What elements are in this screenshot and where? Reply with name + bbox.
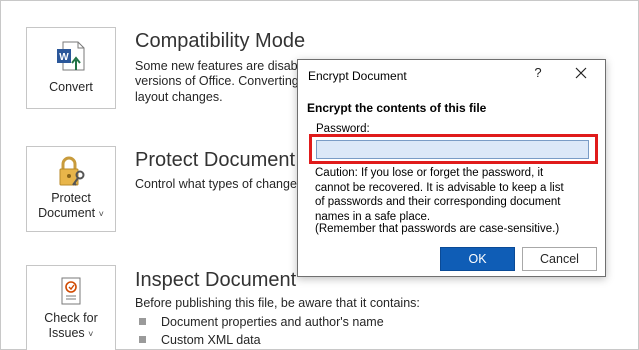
svg-text:W: W [59,52,69,63]
backstage-info-pane: W Convert Compatibility Mode Some new fe… [0,0,639,350]
inspect-desc: Before publishing this file, be aware th… [135,296,420,310]
chevron-down-icon: ˅ [88,329,94,339]
checklist-icon [61,277,81,305]
word-convert-icon: W [57,41,85,71]
protect-title: Protect Document [135,149,296,171]
inspect-bullet-2: Custom XML data [161,333,261,347]
encrypt-document-dialog: Encrypt Document ? Encrypt the contents … [297,59,606,277]
remember-text: (Remember that passwords are case-sensit… [315,223,560,235]
convert-label: Convert [49,80,93,94]
inspect-label-2: Issues ˅ [48,326,94,340]
caution-text: Caution: If you lose or forget the passw… [315,167,564,223]
chevron-down-icon: ˅ [98,209,104,219]
dialog-heading: Encrypt the contents of this file [307,101,487,115]
convert-button[interactable]: W Convert [26,27,116,109]
ok-button[interactable]: OK [440,247,515,271]
check-for-issues-button[interactable]: Check for Issues ˅ [26,265,116,350]
inspect-label-1: Check for [44,311,98,325]
protect-label-1: Protect [51,191,91,205]
bullet-marker [139,336,146,343]
compatibility-desc-3: layout changes. [135,90,223,104]
help-button[interactable]: ? [531,65,545,80]
bullet-marker [139,318,146,325]
inspect-title: Inspect Document [135,269,297,291]
close-icon[interactable] [574,66,588,80]
cancel-button[interactable]: Cancel [522,247,597,271]
compatibility-title: Compatibility Mode [135,30,306,52]
dialog-title: Encrypt Document [308,69,407,83]
lock-key-icon [59,156,85,186]
protect-label-2: Document ˅ [38,206,104,220]
protect-desc: Control what types of changes [135,177,304,191]
password-input[interactable] [316,140,589,159]
protect-document-button[interactable]: Protect Document ˅ [26,146,116,232]
inspect-bullet-1: Document properties and author's name [161,315,384,329]
